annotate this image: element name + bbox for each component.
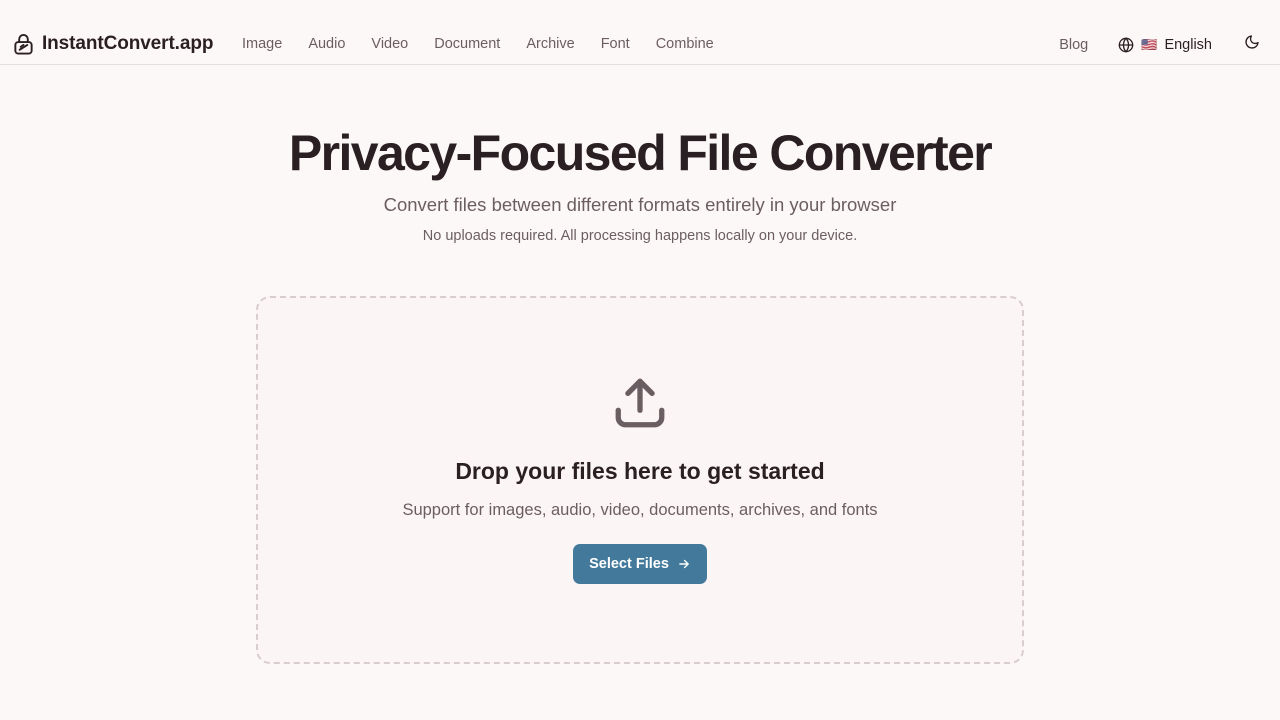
- nav-item-audio[interactable]: Audio: [308, 36, 345, 52]
- select-files-button[interactable]: Select Files: [573, 544, 707, 584]
- file-dropzone[interactable]: Drop your files here to get started Supp…: [256, 296, 1024, 664]
- hero-subtitle: Convert files between different formats …: [383, 194, 897, 215]
- us-flag-icon: 🇺🇸: [1141, 36, 1158, 52]
- nav-item-document[interactable]: Document: [434, 36, 500, 52]
- language-label: English: [1164, 36, 1212, 53]
- nav-item-archive[interactable]: Archive: [526, 36, 574, 52]
- nav-item-video[interactable]: Video: [371, 36, 408, 52]
- header-right: Blog 🇺🇸 English: [1059, 34, 1260, 55]
- dropzone-heading: Drop your files here to get started: [455, 458, 825, 484]
- lock-icon: [14, 33, 33, 55]
- select-files-label: Select Files: [589, 556, 669, 572]
- dropzone-support-text: Support for images, audio, video, docume…: [402, 501, 878, 519]
- language-selector[interactable]: 🇺🇸 English: [1118, 37, 1212, 53]
- globe-icon: [1118, 36, 1134, 53]
- arrow-right-icon: [679, 559, 689, 569]
- brand-name: InstantConvert.app: [42, 33, 214, 54]
- page-title: Privacy-Focused File Converter: [288, 125, 993, 181]
- nav-item-combine[interactable]: Combine: [656, 36, 714, 52]
- brand-logo-link[interactable]: InstantConvert.app: [12, 32, 213, 56]
- hero-section: Privacy-Focused File Converter Convert f…: [0, 120, 1280, 244]
- nav-item-image[interactable]: Image: [242, 36, 282, 52]
- nav-item-font[interactable]: Font: [601, 36, 630, 52]
- moon-icon: [1245, 35, 1259, 49]
- top-header: InstantConvert.app Image Audio Video Doc…: [0, 0, 1280, 65]
- theme-toggle-button[interactable]: [1244, 34, 1260, 55]
- blog-link[interactable]: Blog: [1059, 37, 1088, 53]
- upload-icon: [615, 378, 665, 428]
- main-nav: Image Audio Video Document Archive Font …: [242, 36, 740, 52]
- hero-note: No uploads required. All processing happ…: [422, 228, 858, 244]
